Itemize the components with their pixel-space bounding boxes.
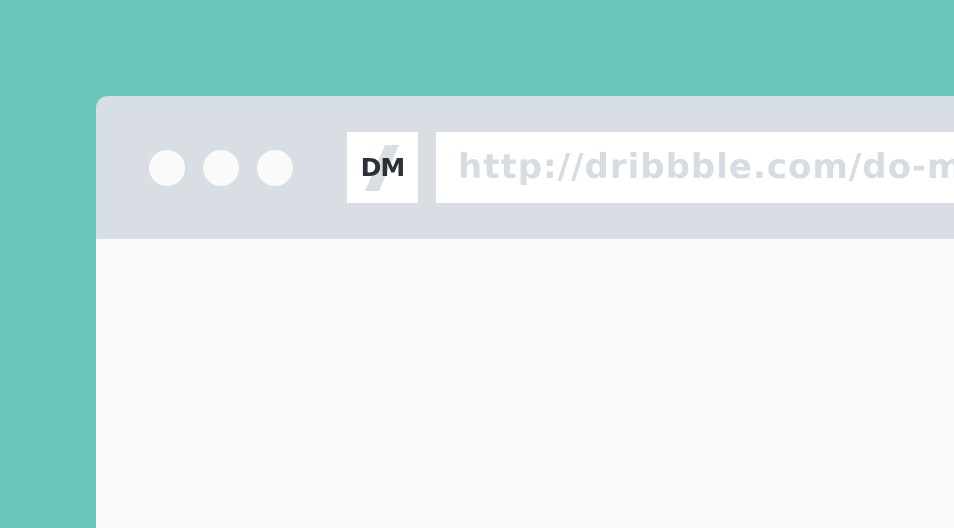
window-control-dot-3[interactable] bbox=[257, 150, 293, 186]
address-bar[interactable]: http://dribbble.com/do-m bbox=[436, 132, 954, 203]
browser-window: DM http://dribbble.com/do-m bbox=[96, 96, 954, 528]
url-text: http://dribbble.com/do-m bbox=[458, 147, 954, 187]
window-control-dot-2[interactable] bbox=[203, 150, 239, 186]
browser-toolbar: DM http://dribbble.com/do-m bbox=[96, 96, 954, 239]
browser-content-area bbox=[96, 239, 954, 528]
logo-text: DM bbox=[360, 153, 406, 182]
window-control-dot-1[interactable] bbox=[149, 150, 185, 186]
dm-logo-icon[interactable]: DM bbox=[347, 132, 418, 203]
